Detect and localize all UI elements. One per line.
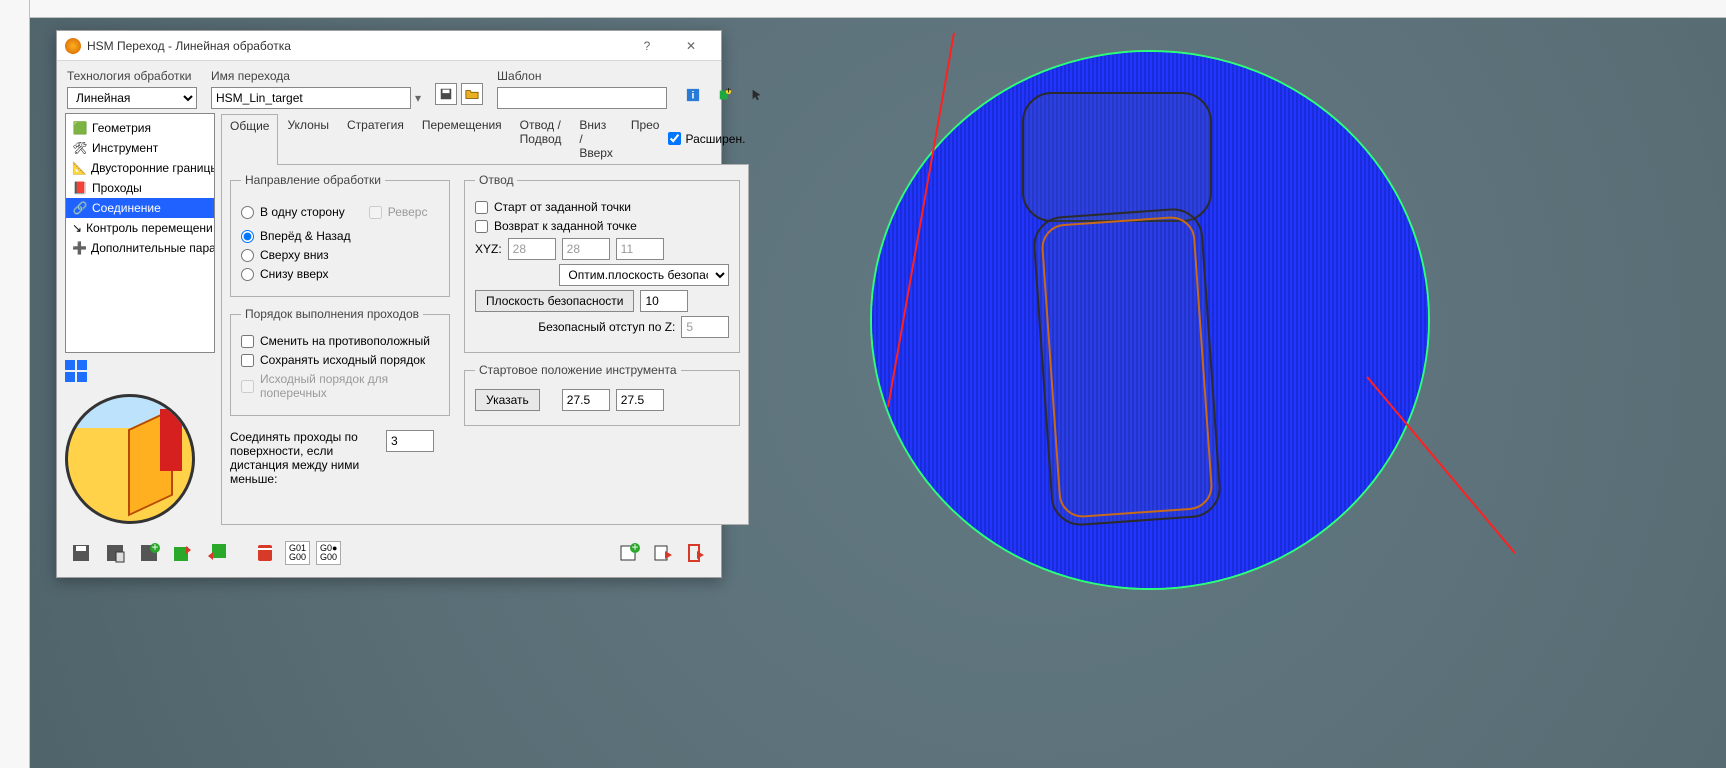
- gcode-g01-button[interactable]: G01 G00: [285, 541, 310, 565]
- order-legend: Порядок выполнения проходов: [241, 307, 423, 321]
- tree-motion-control[interactable]: ↘Контроль перемещени: [66, 218, 214, 238]
- startpos-y-input[interactable]: [616, 389, 664, 411]
- app-left-panel-edge: [0, 0, 30, 768]
- exit-button[interactable]: [683, 539, 711, 567]
- replace-button[interactable]: [169, 539, 197, 567]
- svg-text:+: +: [151, 542, 158, 554]
- export-button[interactable]: [649, 539, 677, 567]
- insert-button[interactable]: [203, 539, 231, 567]
- close-button[interactable]: ✕: [669, 32, 713, 60]
- book-button[interactable]: [251, 539, 279, 567]
- dir-bottomup-radio[interactable]: [241, 268, 254, 281]
- sections-tree[interactable]: 🟩Геометрия 🛠Инструмент 📐Двусторонние гра…: [65, 113, 215, 353]
- passes-icon: 📕: [72, 180, 88, 196]
- passname-input[interactable]: [211, 87, 411, 109]
- feature-pocket-1: [1022, 92, 1212, 222]
- save-button[interactable]: [67, 539, 95, 567]
- toolpath-surface: [870, 50, 1430, 590]
- retract-legend: Отвод: [475, 173, 517, 187]
- svg-text:i: i: [692, 90, 695, 102]
- plus-icon: ➕: [72, 240, 87, 256]
- startpos-group: Стартовое положение инструмента Указать: [464, 363, 740, 426]
- dir-zigzag-radio[interactable]: [241, 230, 254, 243]
- gcode-g0-button[interactable]: G0● G00: [316, 541, 341, 565]
- reverse-checkbox: [369, 206, 382, 219]
- x-input: [508, 238, 556, 260]
- tech-label: Технология обработки: [67, 69, 197, 83]
- passname-label: Имя перехода: [211, 69, 421, 83]
- order-group: Порядок выполнения проходов Сменить на п…: [230, 307, 450, 416]
- tree-connection[interactable]: 🔗Соединение: [66, 198, 214, 218]
- join-dist-label: Соединять проходы по поверхности, если д…: [230, 430, 380, 486]
- swap-order-checkbox[interactable]: [241, 335, 254, 348]
- open-template-button[interactable]: [461, 83, 483, 105]
- info-icon[interactable]: i: [681, 83, 705, 107]
- tab-general[interactable]: Общие: [221, 114, 278, 165]
- direction-group: Направление обработки В одну сторону Рев…: [230, 173, 450, 297]
- window-title: HSM Переход - Линейная обработка: [87, 39, 625, 53]
- safety-plane-button[interactable]: Плоскость безопасности: [475, 290, 634, 312]
- retract-group: Отвод Старт от заданной точки Возврат к …: [464, 173, 740, 353]
- tree-tool[interactable]: 🛠Инструмент: [66, 138, 214, 158]
- safety-plane-mode-select[interactable]: Оптим.плоскость безопасности: [559, 264, 729, 286]
- svg-text:+: +: [725, 88, 731, 96]
- view-grid-button[interactable]: [65, 360, 87, 382]
- add-pass-icon[interactable]: +: [713, 83, 737, 107]
- titlebar[interactable]: HSM Переход - Линейная обработка ? ✕: [57, 31, 721, 61]
- connection-tabs: Общие Уклоны Стратегия Перемещения Отвод…: [221, 113, 749, 165]
- tech-select[interactable]: Линейная: [67, 87, 197, 109]
- svg-text:+: +: [631, 542, 638, 554]
- startpos-x-input[interactable]: [562, 389, 610, 411]
- pick-startpos-button[interactable]: Указать: [475, 389, 540, 411]
- y-input: [562, 238, 610, 260]
- boundaries-icon: 📐: [72, 160, 87, 176]
- safety-plane-input[interactable]: [640, 290, 688, 312]
- motion-icon: ↘: [72, 220, 82, 236]
- help-button[interactable]: ?: [625, 32, 669, 60]
- connection-icon: 🔗: [72, 200, 88, 216]
- app-icon: [65, 38, 81, 54]
- tab-updown[interactable]: Вниз / Вверх: [570, 113, 621, 164]
- tab-strategy[interactable]: Стратегия: [338, 113, 413, 164]
- save-plus-button[interactable]: +: [135, 539, 163, 567]
- template-input[interactable]: [497, 87, 667, 109]
- extended-label: Расширен.: [685, 132, 745, 146]
- save-template-button[interactable]: [435, 83, 457, 105]
- join-dist-input[interactable]: [386, 430, 434, 452]
- tree-geometry[interactable]: 🟩Геометрия: [66, 118, 214, 138]
- cursor-icon[interactable]: [745, 83, 769, 107]
- connection-preview-image: [65, 394, 195, 524]
- tree-extra-params[interactable]: ➕Дополнительные пара: [66, 238, 214, 258]
- template-label: Шаблон: [497, 69, 667, 83]
- dir-oneway-radio[interactable]: [241, 206, 254, 219]
- tab-overflow[interactable]: Прео: [622, 113, 669, 164]
- xyz-label: XYZ:: [475, 242, 502, 256]
- tool-icon: 🛠: [72, 140, 88, 156]
- return-point-checkbox[interactable]: [475, 220, 488, 233]
- startpos-legend: Стартовое положение инструмента: [475, 363, 681, 377]
- tree-passes[interactable]: 📕Проходы: [66, 178, 214, 198]
- start-point-checkbox[interactable]: [475, 201, 488, 214]
- tree-boundaries[interactable]: 📐Двусторонние границы: [66, 158, 214, 178]
- dropdown-icon[interactable]: ▾: [415, 91, 421, 105]
- dir-topdown-radio[interactable]: [241, 249, 254, 262]
- geometry-icon: 🟩: [72, 120, 88, 136]
- safez-input: [681, 316, 729, 338]
- safez-label: Безопасный отступ по Z:: [475, 320, 675, 334]
- keep-order-checkbox[interactable]: [241, 354, 254, 367]
- direction-legend: Направление обработки: [241, 173, 385, 187]
- tab-slopes[interactable]: Уклоны: [278, 113, 338, 164]
- feature-pocket-2: [1031, 206, 1222, 527]
- extended-checkbox[interactable]: [668, 132, 681, 145]
- hsm-pass-dialog: HSM Переход - Линейная обработка ? ✕ Тех…: [56, 30, 722, 578]
- save-calc-button[interactable]: [101, 539, 129, 567]
- tab-lead[interactable]: Отвод / Подвод: [511, 113, 571, 164]
- app-menubar-edge: [0, 0, 1726, 18]
- dialog-footer: + G01 G00 G0● G00 +: [57, 533, 721, 577]
- orig-cross-checkbox: [241, 380, 254, 393]
- add-to-list-button[interactable]: +: [615, 539, 643, 567]
- tab-moves[interactable]: Перемещения: [413, 113, 511, 164]
- z-input: [616, 238, 664, 260]
